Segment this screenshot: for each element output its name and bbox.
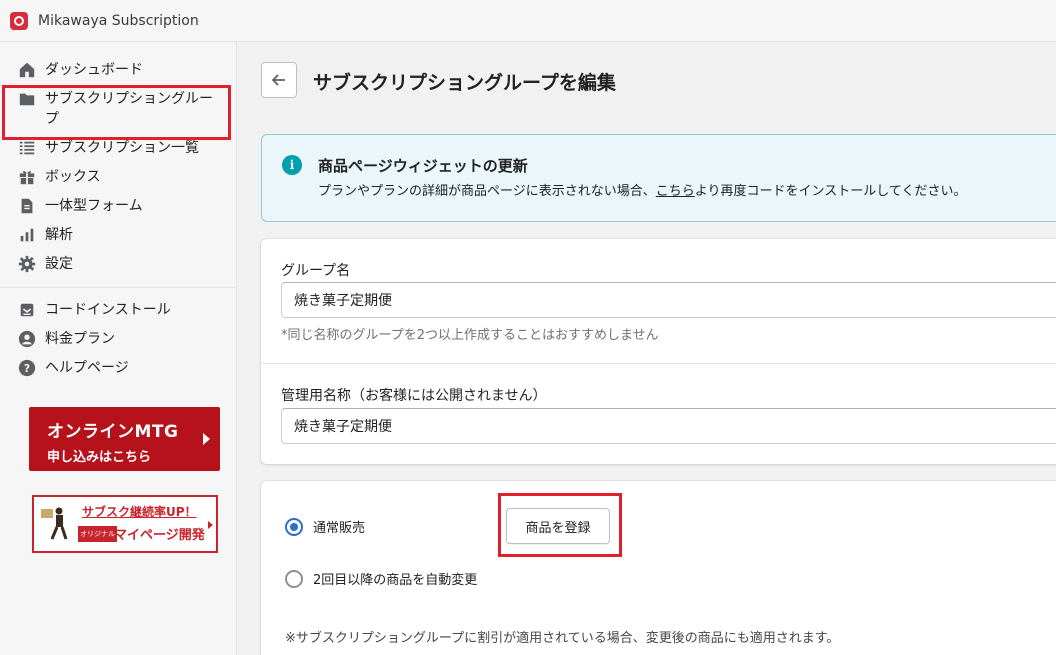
arrow-right-icon <box>208 521 213 529</box>
sidebar-item-code-install[interactable]: コードインストール <box>0 300 236 320</box>
group-name-card: グループ名 焼き菓子定期便 *同じ名称のグループを2つ以上作成することはおすすめ… <box>261 239 1056 464</box>
sidebar-item-label: ヘルプページ <box>45 360 129 376</box>
info-icon: i <box>282 155 302 175</box>
admin-name-input[interactable]: 焼き菓子定期便 <box>281 408 1056 444</box>
code-install-icon <box>17 300 37 320</box>
info-text-after: より再度コードをインストールしてください。 <box>694 184 967 199</box>
sidebar-item-label: 解析 <box>45 227 73 243</box>
sidebar-item-label: 設定 <box>45 256 73 272</box>
mypage-banner[interactable]: サブスク継続率UP！ オリジナル マイページ開発 <box>32 495 218 553</box>
group-name-input[interactable]: 焼き菓子定期便 <box>281 282 1056 318</box>
banner-subline: 申し込みはこちら <box>47 450 152 465</box>
sidebar-item-settings[interactable]: 設定 <box>0 254 236 274</box>
delivery-person-icon <box>41 507 68 540</box>
sidebar-item-box[interactable]: ボックス <box>0 167 236 187</box>
banner-headline: サブスク継続率UP！ <box>82 505 197 519</box>
sidebar-nav-secondary: コードインストール 料金プラン ? ヘルプページ <box>0 300 236 378</box>
admin-name-label: 管理用名称（お客様には公開されません） <box>281 388 547 404</box>
sidebar: ダッシュボード サブスクリプショングループ サブスクリプション一覧 ボックス 一… <box>0 42 237 655</box>
radio-button[interactable] <box>285 569 303 588</box>
sidebar-item-label: ダッシュボード <box>45 62 143 78</box>
info-title: 商品ページウィジェットの更新 <box>318 157 528 175</box>
banner-subline: マイページ開発 <box>114 528 205 543</box>
sidebar-item-analytics[interactable]: 解析 <box>0 225 236 245</box>
group-name-help: *同じ名称のグループを2つ以上作成することはおすすめしません <box>281 328 659 343</box>
radio-label: 2回目以降の商品を自動変更 <box>313 573 478 588</box>
install-link[interactable]: こちら <box>656 184 695 199</box>
sidebar-item-label: ボックス <box>45 169 101 185</box>
card-divider <box>261 363 1056 364</box>
highlight-frame <box>2 85 231 140</box>
app-title: Mikawaya Subscription <box>38 12 199 29</box>
info-text-before: プランやプランの詳細が商品ページに表示されない場合、 <box>318 184 656 199</box>
sidebar-nav: ダッシュボード サブスクリプショングループ サブスクリプション一覧 ボックス 一… <box>0 42 236 274</box>
info-banner: i 商品ページウィジェットの更新 プランやプランの詳細が商品ページに表示されない… <box>261 134 1056 222</box>
sidebar-item-dashboard[interactable]: ダッシュボード <box>0 60 236 80</box>
sidebar-item-label: 一体型フォーム <box>45 198 143 214</box>
group-name-label: グループ名 <box>281 263 351 279</box>
page-title: サブスクリプショングループを編集 <box>313 72 616 94</box>
arrow-right-icon <box>203 433 210 445</box>
arrow-left-icon <box>271 74 285 86</box>
sidebar-item-help[interactable]: ? ヘルプページ <box>0 358 236 378</box>
back-button[interactable] <box>261 62 297 98</box>
svg-text:?: ? <box>24 362 30 375</box>
bar-chart-icon <box>17 225 37 245</box>
document-icon <box>17 196 37 216</box>
info-description: プランやプランの詳細が商品ページに表示されない場合、こちらより再度コードをインス… <box>318 180 966 199</box>
radio-normal-sale[interactable]: 通常販売 <box>285 517 365 536</box>
gift-icon <box>17 167 37 187</box>
gear-icon <box>17 254 37 274</box>
sidebar-item-pricing[interactable]: 料金プラン <box>0 329 236 349</box>
original-tag: オリジナル <box>78 526 117 542</box>
user-icon <box>17 329 37 349</box>
banner-headline: オンラインMTG <box>47 422 179 442</box>
sidebar-divider <box>0 287 236 288</box>
sidebar-item-label: サブスクリプション一覧 <box>45 140 199 156</box>
sales-type-card: 通常販売 商品を登録 2回目以降の商品を自動変更 ※サブスクリプショングループに… <box>261 481 1056 655</box>
sidebar-item-form[interactable]: 一体型フォーム <box>0 196 236 216</box>
radio-auto-change[interactable]: 2回目以降の商品を自動変更 <box>285 569 477 588</box>
app-header: Mikawaya Subscription <box>0 0 1056 42</box>
radio-label: 通常販売 <box>313 521 366 536</box>
sidebar-item-label: 料金プラン <box>45 331 115 347</box>
home-icon <box>17 60 37 80</box>
list-icon <box>17 138 37 158</box>
app-logo-icon <box>10 11 28 30</box>
sidebar-item-label: コードインストール <box>45 302 171 318</box>
highlight-frame <box>498 493 622 557</box>
sidebar-item-subscription-list[interactable]: サブスクリプション一覧 <box>0 138 236 158</box>
online-mtg-banner[interactable]: オンラインMTG 申し込みはこちら <box>29 407 220 471</box>
discount-note: ※サブスクリプショングループに割引が適用されている場合、変更後の商品にも適用され… <box>285 631 840 646</box>
radio-button-checked[interactable] <box>285 517 303 536</box>
help-icon: ? <box>17 358 37 378</box>
